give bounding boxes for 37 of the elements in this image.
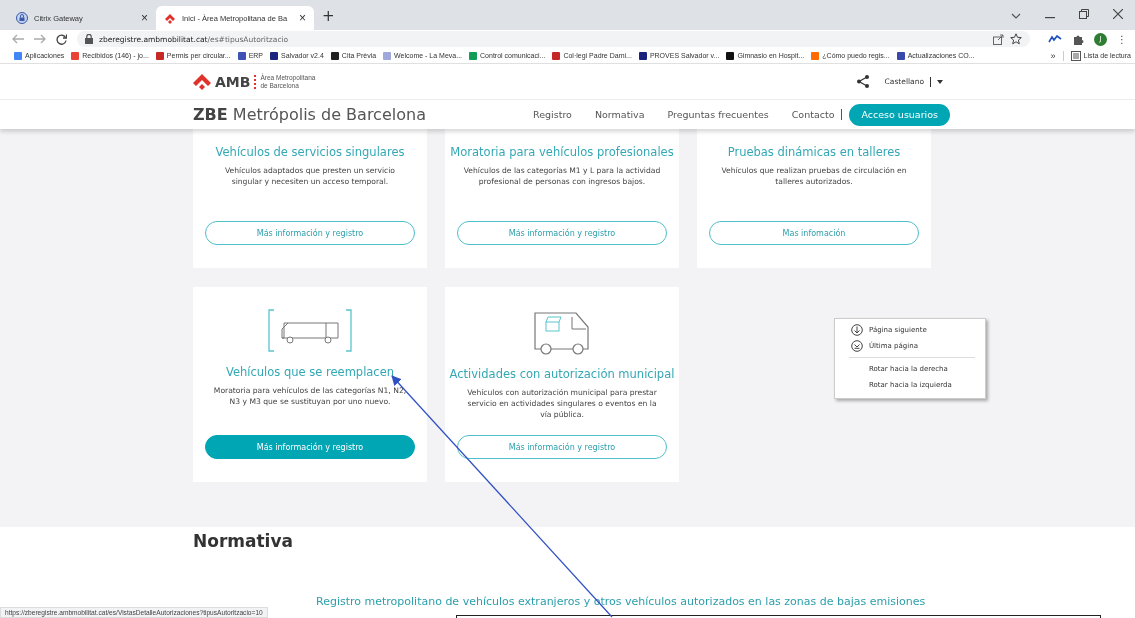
arrow-down-circle-icon bbox=[851, 324, 863, 336]
card-title: Pruebas dinámicas en talleres bbox=[727, 145, 901, 159]
site-title: ZBE Metrópolis de Barcelona bbox=[193, 105, 426, 124]
card-title: Actividades con autorización municipal bbox=[449, 367, 675, 381]
nav-link[interactable]: Registro bbox=[533, 109, 572, 120]
lock-badge-icon bbox=[16, 12, 28, 24]
star-icon[interactable] bbox=[1010, 33, 1022, 45]
list-icon bbox=[1070, 50, 1081, 61]
chevron-logo-icon bbox=[164, 12, 176, 24]
chevron-down-icon[interactable] bbox=[1011, 13, 1021, 19]
lock-icon bbox=[85, 34, 93, 44]
menu-icon[interactable]: ⋮ bbox=[1117, 33, 1127, 45]
reload-icon[interactable] bbox=[56, 33, 67, 45]
extension-logo-icon[interactable] bbox=[1048, 35, 1062, 43]
van-icon bbox=[532, 309, 592, 355]
section-heading: Normativa bbox=[193, 531, 294, 551]
chevron-logo-icon bbox=[193, 73, 211, 90]
puzzle-icon[interactable] bbox=[1072, 33, 1084, 45]
caret-icon bbox=[937, 79, 943, 84]
restore-icon[interactable] bbox=[1079, 9, 1089, 19]
overflow-chevron[interactable]: » bbox=[1050, 50, 1056, 61]
minimize-icon[interactable] bbox=[1045, 17, 1055, 19]
close-icon[interactable]: × bbox=[141, 11, 148, 25]
truck-icon bbox=[268, 309, 352, 353]
share-icon[interactable] bbox=[856, 75, 869, 88]
close-icon[interactable] bbox=[1113, 9, 1123, 19]
card-title: Moratoria para vehículos profesionales bbox=[450, 145, 674, 159]
card-title: Vehículos que se reemplacen bbox=[225, 365, 395, 379]
logo-text: AMB bbox=[215, 73, 251, 90]
new-tab-button[interactable]: + bbox=[322, 7, 335, 25]
close-icon[interactable]: × bbox=[299, 11, 306, 25]
nav-link[interactable]: Normativa bbox=[594, 109, 645, 120]
card-title: Vehículos de servicios singulares bbox=[215, 145, 405, 159]
nav-link[interactable]: Preguntas frecuentes bbox=[667, 109, 769, 120]
nav-link[interactable]: Contacto bbox=[791, 109, 835, 120]
arrow-to-bottom-circle-icon bbox=[851, 340, 863, 352]
logo-divider bbox=[254, 74, 257, 89]
